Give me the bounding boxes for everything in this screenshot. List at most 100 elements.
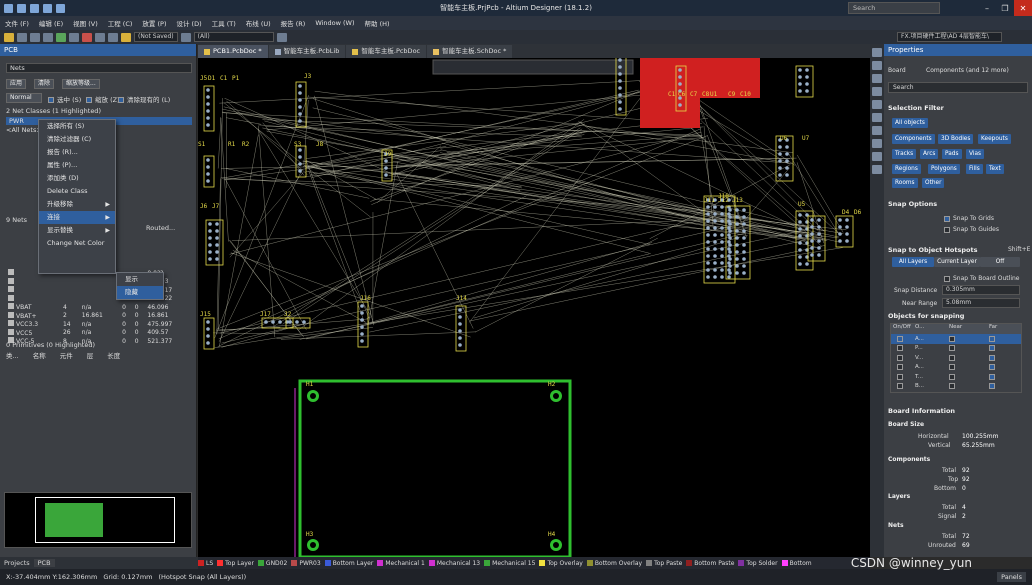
ctx-show-override[interactable]: 显示替换 ▶ [39,224,115,237]
menu-reports[interactable]: 报告 (R) [276,18,311,28]
layer-tab[interactable]: Top Layer [217,560,254,567]
tab-pcb1-pcbdoc[interactable]: PCB1.PcbDoc * [198,45,268,58]
filter-components[interactable]: Components [892,134,935,144]
net-row[interactable]: VCC3.3 14 n/a 0 0 475.997 [6,320,192,329]
component-icon[interactable] [872,152,882,161]
all-objects-chip[interactable]: All objects [892,118,928,128]
all-filter-selector[interactable]: (All) [193,32,274,42]
layer-tab[interactable]: GND02 [257,560,287,567]
layer-tab[interactable]: Top Overlay [539,560,583,567]
clear-button[interactable]: 清除 [34,79,55,89]
board-minimap[interactable] [4,492,192,548]
menu-file[interactable]: 文件 (F) [0,18,34,28]
ctx-connections[interactable]: 连接 ▶ [39,211,115,224]
layer-tab[interactable]: Bottom Paste [686,560,734,567]
align-icon[interactable] [872,165,882,174]
prim-col-layer[interactable]: 层 [87,350,94,360]
filter-regions[interactable]: Regions [892,164,921,174]
filter-arcs[interactable]: Arcs [920,149,939,159]
print-icon[interactable] [30,32,40,42]
save-all-icon[interactable] [17,32,27,42]
menu-edit[interactable]: 编辑 (E) [34,18,68,28]
net-color-swatch[interactable] [8,320,14,327]
near-range-input[interactable]: 5.08mm [942,298,1020,308]
ctx-clear-filter[interactable]: 清除过滤器 (C) [39,133,115,146]
workspace-path[interactable]: FX.项目硬件工程\AD 4层智能车\ [897,32,1002,42]
layer-tab[interactable]: Bottom [781,560,812,567]
net-color-swatch[interactable] [8,269,14,276]
components-filter[interactable]: Components (and 12 more) [926,67,1009,74]
ctx-add-class[interactable]: 添加类 (D) [39,172,115,185]
snap-object-row[interactable]: P... [891,344,1021,354]
select-checkbox[interactable]: 选中 (S) [48,94,81,104]
filter-tracks[interactable]: Tracks [892,149,917,159]
snap-object-row[interactable]: A... [891,334,1021,344]
highlight-icon[interactable] [121,32,131,42]
layer-tab[interactable]: Top Solder [738,560,778,567]
net-row[interactable]: VCC5 26 n/a 0 0 409.57 [6,328,192,338]
filter-vias[interactable]: Vias [966,149,985,159]
close-button[interactable]: ✕ [1014,0,1032,16]
zoom-checkbox[interactable]: 缩放 (Z) [86,94,120,104]
ctx-delete-class[interactable]: Delete Class [39,185,115,198]
snap-to-grids-checkbox[interactable]: Snap To Grids [944,215,994,222]
menu-design[interactable]: 设计 (D) [171,18,206,28]
net-color-swatch[interactable] [8,277,14,284]
snap-board-outline-checkbox[interactable]: Snap To Board Outline [944,275,1019,282]
filter-icon[interactable] [276,32,287,42]
prim-col-type[interactable]: 类... [6,350,19,360]
layer-tab[interactable]: Bottom Overlay [586,560,642,567]
cross-probe-icon[interactable] [82,32,92,42]
snap-object-row[interactable]: B... [891,382,1021,392]
tab-pcb[interactable]: PCB [33,559,55,567]
snap-options-header[interactable]: Snap Options [888,200,1028,208]
zoom-level-button[interactable]: 缩放等级... [62,79,100,89]
filter-text[interactable]: Text [986,164,1004,174]
menu-route[interactable]: 布线 (U) [241,18,276,28]
open-icon[interactable] [4,32,14,42]
submenu-show[interactable]: 显示 [117,273,163,286]
layer-tab[interactable]: Mechanical 1 [377,560,425,567]
layer-icon[interactable] [108,32,118,42]
filter-keepouts[interactable]: Keepouts [978,134,1011,144]
ctx-change-net-color[interactable]: Change Net Color [39,237,115,250]
net-color-swatch[interactable] [8,303,14,310]
net-color-swatch[interactable] [8,294,14,301]
pad-icon[interactable] [872,74,882,83]
board-information-header[interactable]: Board Information [888,407,1028,415]
ctx-promote-remove[interactable]: 升级移除 ▶ [39,198,115,211]
snap-object-row[interactable]: T... [891,372,1021,382]
layer-tab[interactable]: Mechanical 13 [428,560,480,567]
category-dropdown[interactable]: Nets [6,63,192,73]
mode-all-layers[interactable]: All Layers [892,257,934,267]
prim-col-name[interactable]: 名称 [33,350,46,360]
filter-polygons[interactable]: Polygons [928,164,960,174]
variant-icon[interactable] [180,32,191,42]
net-row[interactable]: 361.722 [6,294,192,304]
pcb-canvas[interactable]: J5 D1 C1 P1 J3 S1 R1 R2 S3 J8 J9 J6 J7 J10 J15 J17 J2 J16… [198,58,870,557]
filter-other[interactable]: Other [922,178,945,188]
menu-place[interactable]: 放置 (P) [137,18,171,28]
mode-current-layer[interactable]: Current Layer [934,257,980,267]
layer-tab[interactable]: Top Paste [646,560,682,567]
menu-view[interactable]: 视图 (V) [68,18,103,28]
minimap-viewport[interactable] [35,497,175,543]
panels-button[interactable]: Panels [997,572,1026,582]
region-icon[interactable] [872,126,882,135]
route-icon[interactable] [872,61,882,70]
menu-project[interactable]: 工程 (C) [103,18,138,28]
mode-dropdown[interactable]: Normal [6,93,42,103]
text-icon[interactable] [872,100,882,109]
tab-projects[interactable]: Projects [0,559,34,567]
ctx-properties[interactable]: 属性 (P)... [39,159,115,172]
move-icon[interactable] [69,32,79,42]
selection-filter-header[interactable]: Selection Filter [888,104,1028,112]
not-saved-selector[interactable]: (Not Saved) [134,32,178,42]
tab-schdoc[interactable]: 智能车主板.SchDoc * [427,45,513,58]
snap-distance-input[interactable]: 0.305mm [942,285,1020,295]
filter-rooms[interactable]: Rooms [892,178,918,188]
prim-col-component[interactable]: 元件 [60,350,73,360]
net-class-all[interactable]: <All Nets> [6,126,42,134]
net-color-swatch[interactable] [8,286,14,293]
filter-pads[interactable]: Pads [942,149,962,159]
